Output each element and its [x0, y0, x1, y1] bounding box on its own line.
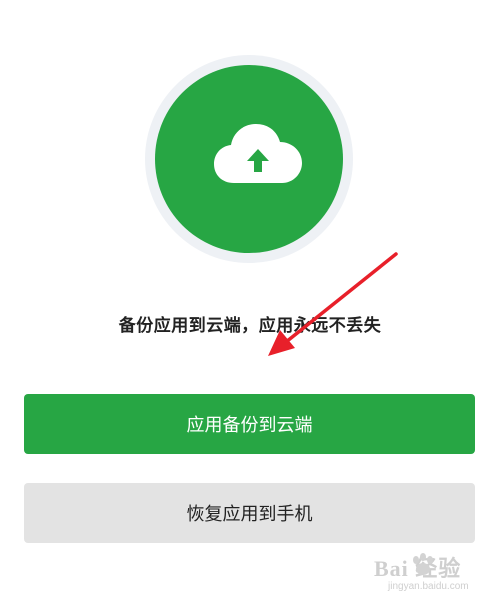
paw-icon	[413, 553, 433, 575]
backup-to-cloud-button[interactable]: 应用备份到云端	[24, 394, 475, 454]
cloud-upload-icon	[214, 124, 302, 183]
backup-screen: 备份应用到云端，应用永远不丢失 应用备份到云端 恢复应用到手机 Bai 经验 j…	[0, 0, 500, 601]
restore-to-phone-button[interactable]: 恢复应用到手机	[24, 483, 475, 543]
cloud-circle	[155, 65, 343, 253]
watermark-url: jingyan.baidu.com	[388, 581, 469, 592]
baidu-jingyan-watermark: Bai 经验 jingyan.baidu.com	[360, 549, 490, 597]
cloud-halo	[145, 55, 353, 263]
tagline: 备份应用到云端，应用永远不丢失	[118, 316, 382, 336]
